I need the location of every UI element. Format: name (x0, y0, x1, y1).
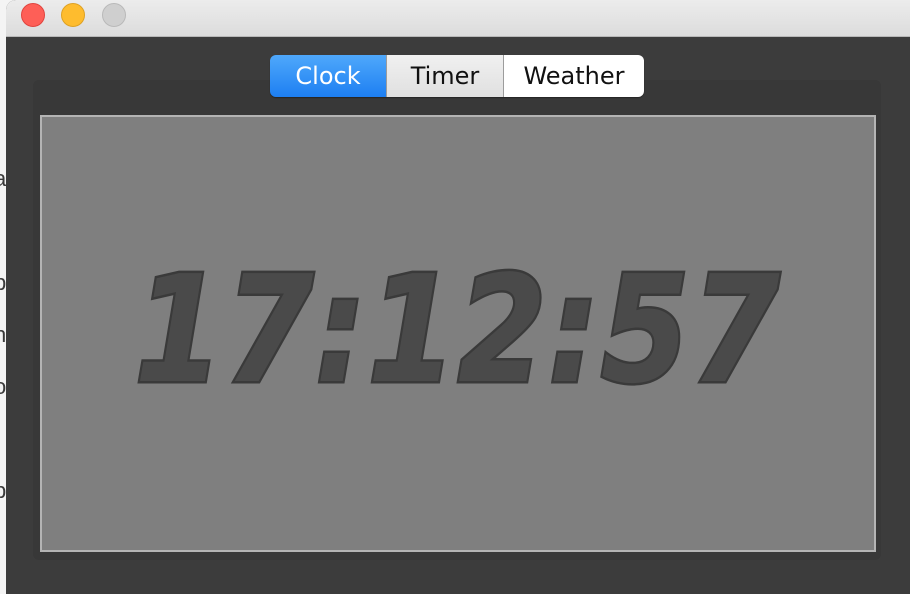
tab-bar: Clock Timer Weather (270, 55, 644, 97)
tab-timer[interactable]: Timer (386, 55, 504, 97)
clock-app-window: Clock Timer Weather 17:12:57 (6, 0, 910, 594)
window-titlebar[interactable] (6, 0, 910, 37)
tab-clock[interactable]: Clock (270, 55, 386, 97)
clock-display-panel: 17:12:57 (40, 115, 876, 552)
clock-time: 17:12:57 (132, 244, 782, 416)
minimize-button[interactable] (61, 3, 85, 27)
tab-weather[interactable]: Weather (504, 55, 644, 97)
close-button[interactable] (21, 3, 45, 27)
zoom-button[interactable] (102, 3, 126, 27)
